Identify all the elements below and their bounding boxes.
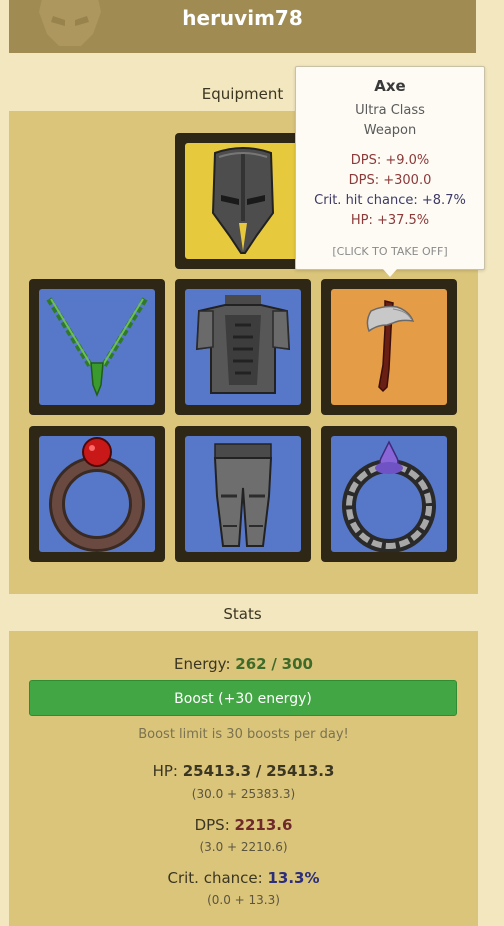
pants-icon xyxy=(213,443,273,547)
energy-max: 300 xyxy=(281,655,313,673)
ring-amethyst-icon xyxy=(342,440,436,552)
energy-separator: / xyxy=(271,655,277,673)
username: heruvim78 xyxy=(182,6,303,30)
hp-label: HP: xyxy=(152,762,178,780)
dps-value: 2213.6 xyxy=(234,816,293,834)
boost-button[interactable]: Boost (+30 energy) xyxy=(29,680,457,716)
necklace-icon xyxy=(46,297,148,398)
slot-ring-right[interactable] xyxy=(321,426,457,562)
crit-value: 13.3% xyxy=(267,869,320,887)
slot-weapon[interactable] xyxy=(321,279,457,415)
tooltip-stat: DPS: +300.0 xyxy=(348,173,432,188)
tooltip-stat: Crit. hit chance: +8.7% xyxy=(314,193,466,208)
hp-row: HP: 25413.3 / 25413.3 xyxy=(9,762,478,780)
item-tooltip[interactable]: Axe Ultra Class Weapon DPS: +9.0% DPS: +… xyxy=(295,66,485,277)
stats-title: Stats xyxy=(223,605,262,623)
tooltip-class: Ultra Class xyxy=(355,103,425,118)
tooltip-stat: DPS: +9.0% xyxy=(350,153,430,168)
slot-necklace[interactable] xyxy=(29,279,165,415)
stats-panel: Energy: 262 / 300 Boost (+30 energy) Boo… xyxy=(9,631,478,926)
tooltip-arrow xyxy=(383,269,397,277)
crit-label: Crit. chance: xyxy=(167,869,263,887)
helmet-icon xyxy=(211,147,275,254)
energy-row: Energy: 262 / 300 xyxy=(9,655,478,673)
slot-ring-left[interactable] xyxy=(29,426,165,562)
tooltip-type: Weapon xyxy=(363,123,417,138)
crit-row: Crit. chance: 13.3% xyxy=(9,869,478,887)
tooltip-stat: HP: +37.5% xyxy=(350,213,430,228)
armor-icon xyxy=(195,295,291,394)
dps-row: DPS: 2213.6 xyxy=(9,816,478,834)
slot-helmet[interactable] xyxy=(175,133,311,269)
hp-breakdown: (30.0 + 25383.3) xyxy=(191,787,296,801)
take-off-link[interactable]: [CLICK TO TAKE OFF] xyxy=(296,245,484,258)
dps-label: DPS: xyxy=(194,816,230,834)
energy-label: Energy: xyxy=(174,655,231,673)
boost-limit-text: Boost limit is 30 boosts per day! xyxy=(138,727,349,742)
hp-current: 25413.3 xyxy=(182,762,252,780)
slot-armor[interactable] xyxy=(175,279,311,415)
crit-breakdown: (0.0 + 13.3) xyxy=(207,893,280,907)
profile-header: heruvim78 xyxy=(9,0,476,53)
hp-separator: / xyxy=(255,762,262,780)
slot-pants[interactable] xyxy=(175,426,311,562)
hp-max: 25413.3 xyxy=(266,762,335,780)
energy-current: 262 xyxy=(235,655,267,673)
dps-breakdown: (3.0 + 2210.6) xyxy=(199,840,288,854)
ring-ruby-icon xyxy=(49,437,145,552)
tooltip-item-name: Axe xyxy=(374,77,406,95)
axe-icon xyxy=(366,300,415,393)
